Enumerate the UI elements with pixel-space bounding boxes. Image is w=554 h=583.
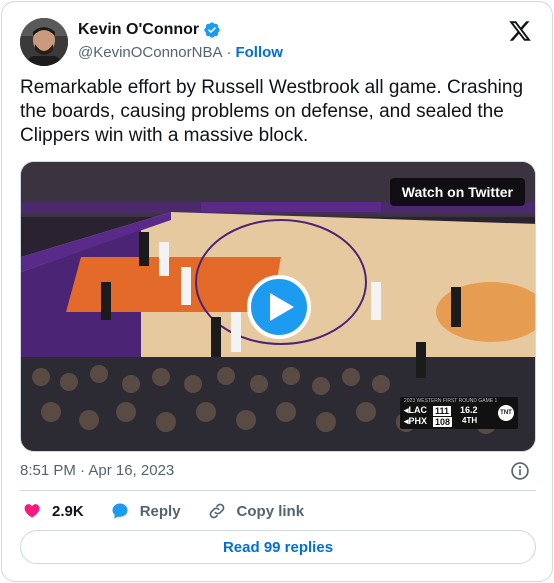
- scorebug-row-lac: ◂LAC 111: [404, 405, 452, 416]
- tweet-text: Remarkable effort by Russell Westbrook a…: [20, 77, 524, 146]
- scorebug-row-phx: ◂PHX 108: [404, 416, 453, 427]
- like-button[interactable]: 2.9K: [22, 501, 84, 521]
- tweet-timestamp[interactable]: 8:51 PM · Apr 16, 2023: [20, 462, 174, 479]
- scorebug-team1: ◂LAC: [404, 405, 428, 415]
- scorebug-score2: 108: [433, 416, 453, 427]
- video-player[interactable]: Watch on Twitter 2023 WESTERN FIRST ROUN…: [20, 161, 536, 452]
- reply-bubble-icon: [112, 503, 128, 519]
- tweet-actions: 2.9K Reply Copy link: [22, 501, 330, 521]
- play-button[interactable]: [247, 275, 311, 339]
- author-display-name[interactable]: Kevin O'Connor: [78, 21, 199, 39]
- reply-button[interactable]: Reply: [110, 501, 181, 521]
- play-icon: [269, 293, 294, 321]
- link-icon: [209, 503, 224, 519]
- scorebug-team2: ◂PHX: [404, 416, 428, 426]
- author-name-row: Kevin O'Connor: [78, 21, 221, 39]
- scorebug-quarter: 4TH: [462, 416, 478, 425]
- verified-badge-icon: [203, 21, 221, 39]
- author-handle[interactable]: @KevinOConnorNBA: [78, 44, 222, 61]
- scorebug-score1: 111: [433, 405, 452, 416]
- avatar[interactable]: [20, 18, 68, 66]
- like-count: 2.9K: [52, 502, 84, 520]
- tnt-logo: TNT: [498, 405, 514, 421]
- tweet-card: Kevin O'Connor @KevinOConnorNBA · Follow…: [1, 1, 553, 582]
- follow-button[interactable]: Follow: [235, 44, 283, 61]
- copy-link-label: Copy link: [236, 502, 305, 520]
- info-icon[interactable]: [510, 461, 530, 481]
- scorebug-clock: 16.2: [460, 405, 478, 415]
- copy-link-button[interactable]: Copy link: [207, 501, 305, 521]
- scorebug-header: 2023 WESTERN FIRST ROUND GAME 1: [404, 398, 498, 404]
- separator-dot: ·: [226, 44, 232, 61]
- x-logo-icon[interactable]: [508, 19, 532, 43]
- scorebug: 2023 WESTERN FIRST ROUND GAME 1 ◂LAC 111…: [400, 397, 518, 429]
- reply-label: Reply: [139, 502, 181, 520]
- divider: [20, 490, 536, 491]
- avatar-image: [20, 18, 68, 66]
- heart-icon: [24, 504, 40, 518]
- read-replies-button[interactable]: Read 99 replies: [20, 530, 536, 564]
- watch-on-twitter-label[interactable]: Watch on Twitter: [389, 178, 525, 206]
- author-handle-row: @KevinOConnorNBA · Follow: [78, 44, 283, 61]
